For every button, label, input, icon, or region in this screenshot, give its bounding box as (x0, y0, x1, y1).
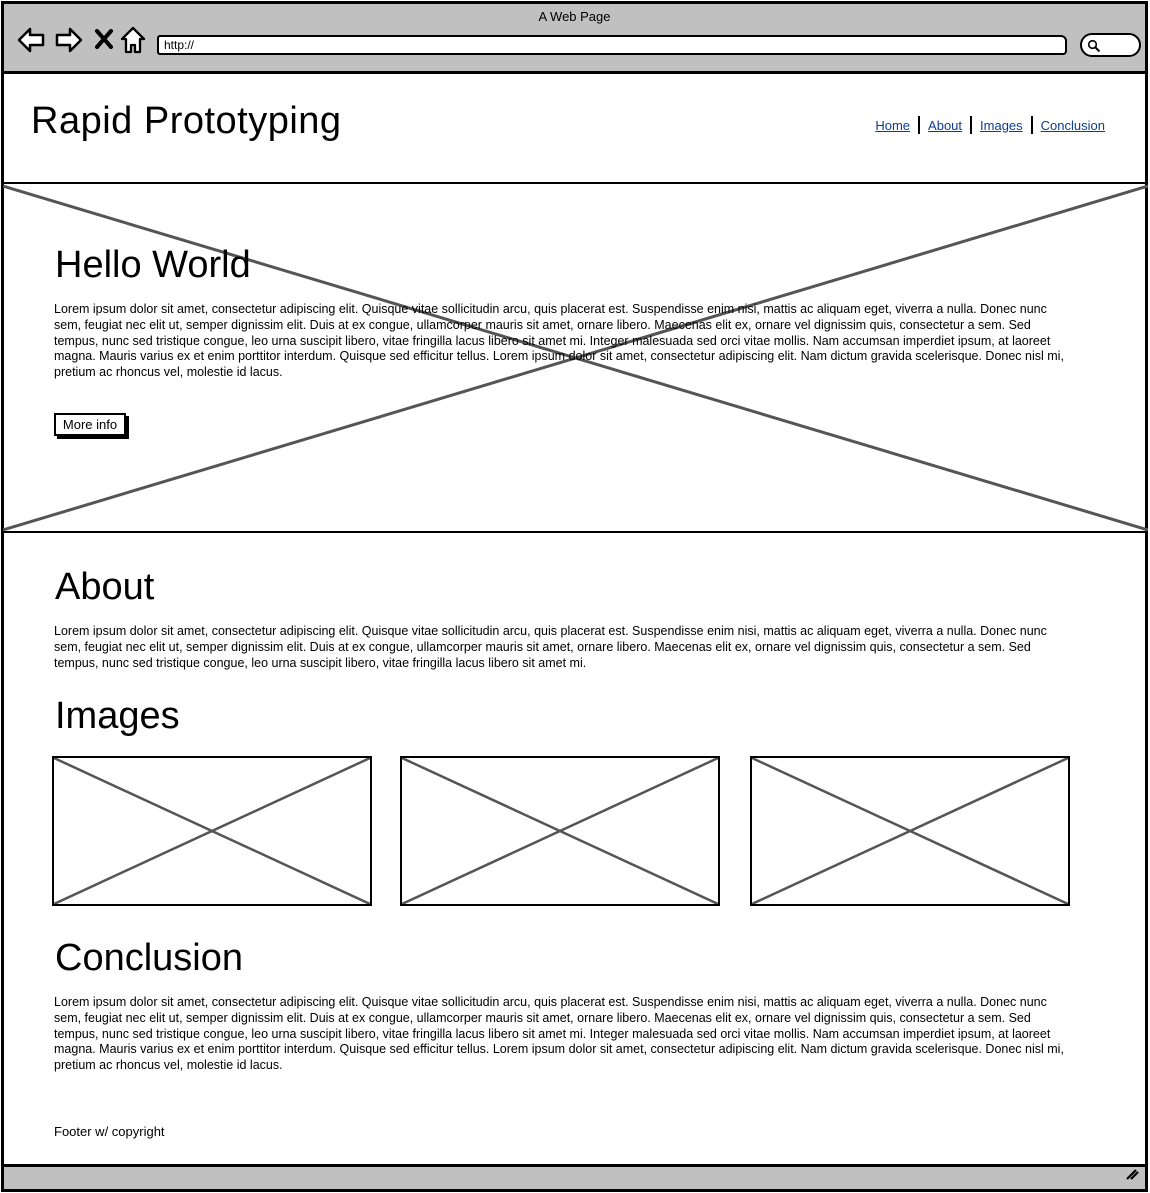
footer-copyright: Footer w/ copyright (54, 1124, 165, 1139)
close-icon[interactable] (94, 28, 114, 55)
about-heading: About (55, 566, 155, 608)
nav-separator (1030, 116, 1033, 134)
hero-section: Hello World Lorem ipsum dolor sit amet, … (3, 184, 1148, 532)
browser-toolbar: A Web Page http:// (1, 1, 1148, 74)
window-title: A Web Page (538, 9, 611, 24)
more-info-button[interactable]: More info (54, 413, 126, 436)
nav-link-conclusion[interactable]: Conclusion (1041, 118, 1105, 133)
image-placeholder-2 (400, 756, 720, 906)
image-placeholder-icon (402, 758, 718, 904)
home-icon[interactable] (120, 26, 146, 59)
about-paragraph: Lorem ipsum dolor sit amet, consectetur … (54, 624, 1047, 670)
search-icon (1087, 39, 1101, 53)
hero-paragraph: Lorem ipsum dolor sit amet, consectetur … (54, 302, 1064, 380)
conclusion-paragraph: Lorem ipsum dolor sit amet, consectetur … (54, 995, 1064, 1073)
resize-grip-icon[interactable] (1125, 1167, 1139, 1185)
top-navigation: Home About Images Conclusion (875, 116, 1105, 134)
search-box[interactable] (1080, 33, 1141, 57)
nav-link-about[interactable]: About (928, 118, 962, 133)
site-title: Rapid Prototyping (31, 100, 342, 142)
image-placeholder-1 (52, 756, 372, 906)
nav-link-home[interactable]: Home (875, 118, 910, 133)
nav-separator (918, 116, 921, 134)
nav-link-images[interactable]: Images (980, 118, 1023, 133)
browser-statusbar (1, 1164, 1148, 1192)
url-input[interactable]: http:// (157, 35, 1067, 55)
hero-heading: Hello World (55, 244, 251, 286)
image-placeholder-icon (752, 758, 1068, 904)
nav-separator (970, 116, 973, 134)
hero-divider (3, 531, 1148, 533)
images-heading: Images (55, 695, 180, 737)
image-placeholder-3 (750, 756, 1070, 906)
back-icon[interactable] (16, 26, 46, 59)
image-placeholder-icon (54, 758, 370, 904)
conclusion-heading: Conclusion (55, 937, 243, 979)
forward-icon[interactable] (54, 26, 84, 59)
